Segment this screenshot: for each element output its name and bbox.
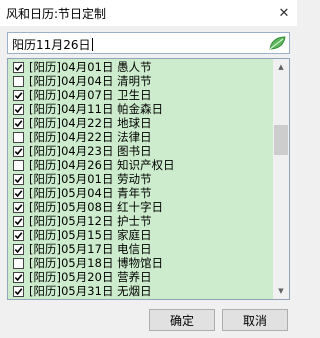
festival-label: [阳历]05月12日 护士节: [29, 214, 152, 228]
checkmark-icon: [14, 288, 23, 296]
festival-row[interactable]: [阳历]05月15日 家庭日: [8, 229, 274, 242]
close-icon: ✕: [278, 5, 290, 21]
festival-label: [阳历]05月15日 家庭日: [29, 228, 152, 242]
checkbox-checked[interactable]: [13, 188, 24, 199]
checkbox-unchecked[interactable]: [13, 132, 24, 143]
checkmark-icon: [14, 274, 23, 282]
scroll-thumb[interactable]: [274, 125, 288, 155]
festival-row[interactable]: [阳历]05月17日 电信日: [8, 243, 274, 256]
window-title: 风和日历:节日定制: [6, 7, 107, 21]
festival-row[interactable]: [阳历]04月26日 知识产权日: [8, 159, 274, 172]
checkmark-icon: [14, 64, 23, 72]
festival-row[interactable]: [阳历]05月18日 博物馆日: [8, 257, 274, 270]
checkbox-checked[interactable]: [13, 118, 24, 129]
checkbox-checked[interactable]: [13, 146, 24, 157]
checkbox-checked[interactable]: [13, 104, 24, 115]
checkbox-unchecked[interactable]: [13, 258, 24, 269]
checkmark-icon: [14, 204, 23, 212]
festival-label: [阳历]04月26日 知识产权日: [29, 158, 175, 172]
checkbox-checked[interactable]: [13, 62, 24, 73]
checkbox-checked[interactable]: [13, 216, 24, 227]
checkbox-unchecked[interactable]: [13, 160, 24, 171]
festival-customize-dialog: 风和日历:节日定制 ✕ 阳历11月26日 [阳历]04月01日 愚人节 [阳历]0…: [0, 0, 297, 338]
checkmark-icon: [14, 218, 23, 226]
checkmark-icon: [14, 190, 23, 198]
festival-row[interactable]: [阳历]05月04日 青年节: [8, 187, 274, 200]
leaf-icon[interactable]: [268, 35, 286, 51]
checkmark-icon: [14, 120, 23, 128]
festival-label: [阳历]05月17日 电信日: [29, 242, 152, 256]
festival-row[interactable]: [阳历]04月01日 愚人节: [8, 61, 274, 74]
checkbox-checked[interactable]: [13, 202, 24, 213]
festival-label: [阳历]05月18日 博物馆日: [29, 256, 164, 270]
title-bar: 风和日历:节日定制 ✕: [0, 0, 297, 26]
festival-label: [阳历]05月20日 营养日: [29, 270, 152, 284]
checkbox-checked[interactable]: [13, 244, 24, 255]
festival-row[interactable]: [阳历]05月12日 护士节: [8, 215, 274, 228]
festival-list[interactable]: [阳历]04月01日 愚人节 [阳历]04月04日 清明节 [阳历]04月07日 卫…: [7, 58, 290, 300]
cancel-button[interactable]: 取消: [222, 309, 288, 331]
checkmark-icon: [14, 176, 23, 184]
festival-label: [阳历]04月22日 地球日: [29, 116, 152, 130]
checkmark-icon: [14, 232, 23, 240]
festival-label: [阳历]04月11日 帕金森日: [29, 102, 164, 116]
festival-label: [阳历]04月07日 卫生日: [29, 88, 152, 102]
festival-row[interactable]: [阳历]04月23日 图书日: [8, 145, 274, 158]
festival-label: [阳历]04月22日 法律日: [29, 130, 152, 144]
festival-row[interactable]: [阳历]05月08日 红十字日: [8, 201, 274, 214]
checkmark-icon: [14, 106, 23, 114]
festival-row[interactable]: [阳历]04月04日 清明节: [8, 75, 274, 88]
festival-label: [阳历]04月01日 愚人节: [29, 60, 152, 74]
vertical-scrollbar[interactable]: ▲ ▼: [273, 59, 289, 299]
close-button[interactable]: ✕: [271, 0, 297, 26]
checkbox-checked[interactable]: [13, 174, 24, 185]
festival-label: [阳历]05月04日 青年节: [29, 186, 152, 200]
scroll-down-arrow-icon[interactable]: ▼: [273, 283, 289, 299]
festival-label: [阳历]05月01日 劳动节: [29, 172, 152, 186]
checkbox-unchecked[interactable]: [13, 76, 24, 87]
search-input[interactable]: 阳历11月26日: [7, 32, 290, 54]
festival-row[interactable]: [阳历]05月01日 劳动节: [8, 173, 274, 186]
festival-label: [阳历]04月04日 清明节: [29, 74, 152, 88]
checkmark-icon: [14, 246, 23, 254]
checkbox-checked[interactable]: [13, 230, 24, 241]
festival-row[interactable]: [阳历]04月22日 地球日: [8, 117, 274, 130]
festival-row[interactable]: [阳历]04月11日 帕金森日: [8, 103, 274, 116]
ok-button[interactable]: 确定: [149, 309, 215, 331]
checkbox-checked[interactable]: [13, 272, 24, 283]
festival-row[interactable]: [阳历]04月22日 法律日: [8, 131, 274, 144]
festival-label: [阳历]05月08日 红十字日: [29, 200, 164, 214]
festival-label: [阳历]04月23日 图书日: [29, 144, 152, 158]
checkbox-checked[interactable]: [13, 90, 24, 101]
festival-row[interactable]: [阳历]05月20日 营养日: [8, 271, 274, 284]
scroll-up-arrow-icon[interactable]: ▲: [273, 59, 289, 75]
festival-row[interactable]: [阳历]05月31日 无烟日: [8, 285, 274, 298]
checkmark-icon: [14, 148, 23, 156]
text-caret: [91, 38, 93, 51]
search-value: 阳历11月26日: [12, 38, 93, 52]
checkmark-icon: [14, 92, 23, 100]
festival-row[interactable]: [阳历]04月07日 卫生日: [8, 89, 274, 102]
checkbox-checked[interactable]: [13, 286, 24, 297]
festival-label: [阳历]05月31日 无烟日: [29, 284, 152, 298]
